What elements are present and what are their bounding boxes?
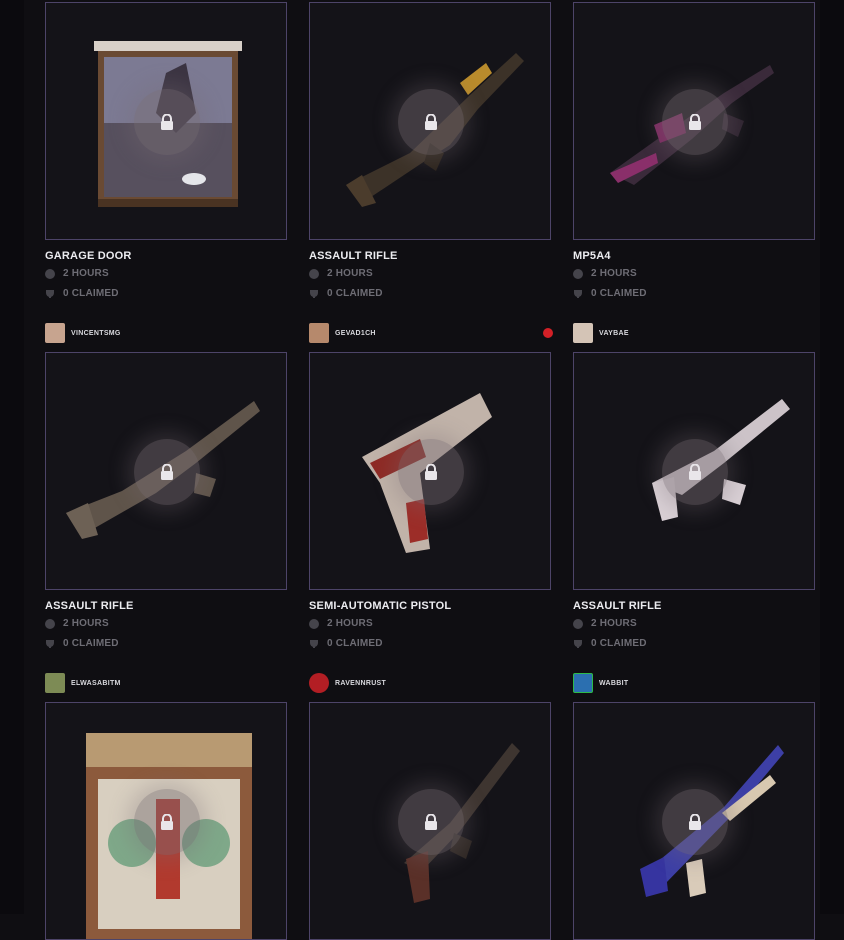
trophy-icon [45, 289, 55, 299]
item-thumbnail[interactable] [45, 702, 287, 940]
item-title: SEMI-AUTOMATIC PISTOL [309, 600, 452, 612]
clock-icon [309, 268, 319, 279]
clock-icon [573, 618, 583, 629]
lock-icon [161, 814, 173, 830]
lock-overlay [662, 789, 728, 855]
creator-avatar[interactable] [309, 673, 329, 693]
lock-overlay [662, 439, 728, 505]
lock-icon [425, 114, 437, 130]
creator-name[interactable]: GEVAD1CH [335, 330, 376, 337]
live-indicator-dot [543, 328, 553, 338]
lock-overlay [662, 89, 728, 155]
lock-icon [161, 464, 173, 480]
lock-overlay [398, 789, 464, 855]
duration-row: 2 HOURS [45, 268, 109, 279]
item-title: ASSAULT RIFLE [573, 600, 662, 612]
claims-row: 0 CLAIMED [45, 288, 119, 299]
item-title: ASSAULT RIFLE [45, 600, 134, 612]
creator-row[interactable]: VINCENTSMG [45, 322, 289, 344]
item-title: GARAGE DOOR [45, 250, 132, 262]
claimed-text: 0 CLAIMED [327, 288, 383, 299]
clock-icon [309, 618, 319, 629]
claimed-text: 0 CLAIMED [591, 288, 647, 299]
creator-avatar[interactable] [573, 673, 593, 693]
creator-row[interactable]: VAYBAE [573, 322, 817, 344]
creator-avatar[interactable] [45, 673, 65, 693]
creator-avatar[interactable] [45, 323, 65, 343]
left-gutter [0, 0, 24, 914]
creator-name[interactable]: RAVENNRUST [335, 680, 386, 687]
creator-row[interactable]: RAVENNRUST [309, 672, 553, 694]
claims-row: 0 CLAIMED [309, 638, 383, 649]
creator-row[interactable]: GEVAD1CH [309, 322, 553, 344]
creator-avatar[interactable] [573, 323, 593, 343]
trophy-icon [309, 289, 319, 299]
lock-icon [689, 114, 701, 130]
trophy-icon [573, 639, 583, 649]
duration-text: 2 HOURS [327, 618, 373, 629]
trophy-icon [309, 639, 319, 649]
claims-row: 0 CLAIMED [309, 288, 383, 299]
lock-overlay [134, 789, 200, 855]
claimed-text: 0 CLAIMED [327, 638, 383, 649]
duration-row: 2 HOURS [573, 268, 637, 279]
trophy-icon [573, 289, 583, 299]
lock-icon [161, 114, 173, 130]
trophy-icon [45, 639, 55, 649]
clock-icon [573, 268, 583, 279]
duration-text: 2 HOURS [63, 618, 109, 629]
duration-text: 2 HOURS [591, 268, 637, 279]
item-title: MP5A4 [573, 250, 611, 262]
creator-name[interactable]: VAYBAE [599, 330, 629, 337]
duration-row: 2 HOURS [573, 618, 637, 629]
lock-overlay [398, 89, 464, 155]
duration-text: 2 HOURS [591, 618, 637, 629]
item-thumbnail[interactable] [573, 352, 815, 590]
creator-row[interactable]: WABBIT [573, 672, 817, 694]
item-title: ASSAULT RIFLE [309, 250, 398, 262]
lock-overlay [134, 89, 200, 155]
item-thumbnail[interactable] [309, 352, 551, 590]
duration-row: 2 HOURS [309, 268, 373, 279]
drops-grid-page: GARAGE DOOR 2 HOURS 0 CLAIMED ASSAULT RI… [0, 0, 844, 940]
claims-row: 0 CLAIMED [45, 638, 119, 649]
lock-icon [425, 464, 437, 480]
duration-row: 2 HOURS [309, 618, 373, 629]
item-thumbnail[interactable] [573, 702, 815, 940]
duration-text: 2 HOURS [327, 268, 373, 279]
creator-avatar[interactable] [309, 323, 329, 343]
lock-overlay [134, 439, 200, 505]
clock-icon [45, 268, 55, 279]
lock-overlay [398, 439, 464, 505]
duration-row: 2 HOURS [45, 618, 109, 629]
lock-icon [689, 814, 701, 830]
item-thumbnail[interactable] [573, 2, 815, 240]
lock-icon [689, 464, 701, 480]
duration-text: 2 HOURS [63, 268, 109, 279]
creator-name[interactable]: VINCENTSMG [71, 330, 121, 337]
creator-name[interactable]: WABBIT [599, 680, 628, 687]
right-gutter [820, 0, 844, 914]
creator-name[interactable]: ELWASABITM [71, 680, 121, 687]
clock-icon [45, 618, 55, 629]
lock-icon [425, 814, 437, 830]
claimed-text: 0 CLAIMED [63, 288, 119, 299]
claimed-text: 0 CLAIMED [63, 638, 119, 649]
item-thumbnail[interactable] [45, 2, 287, 240]
claims-row: 0 CLAIMED [573, 638, 647, 649]
claimed-text: 0 CLAIMED [591, 638, 647, 649]
item-thumbnail[interactable] [309, 702, 551, 940]
item-thumbnail[interactable] [309, 2, 551, 240]
creator-row[interactable]: ELWASABITM [45, 672, 289, 694]
item-thumbnail[interactable] [45, 352, 287, 590]
claims-row: 0 CLAIMED [573, 288, 647, 299]
